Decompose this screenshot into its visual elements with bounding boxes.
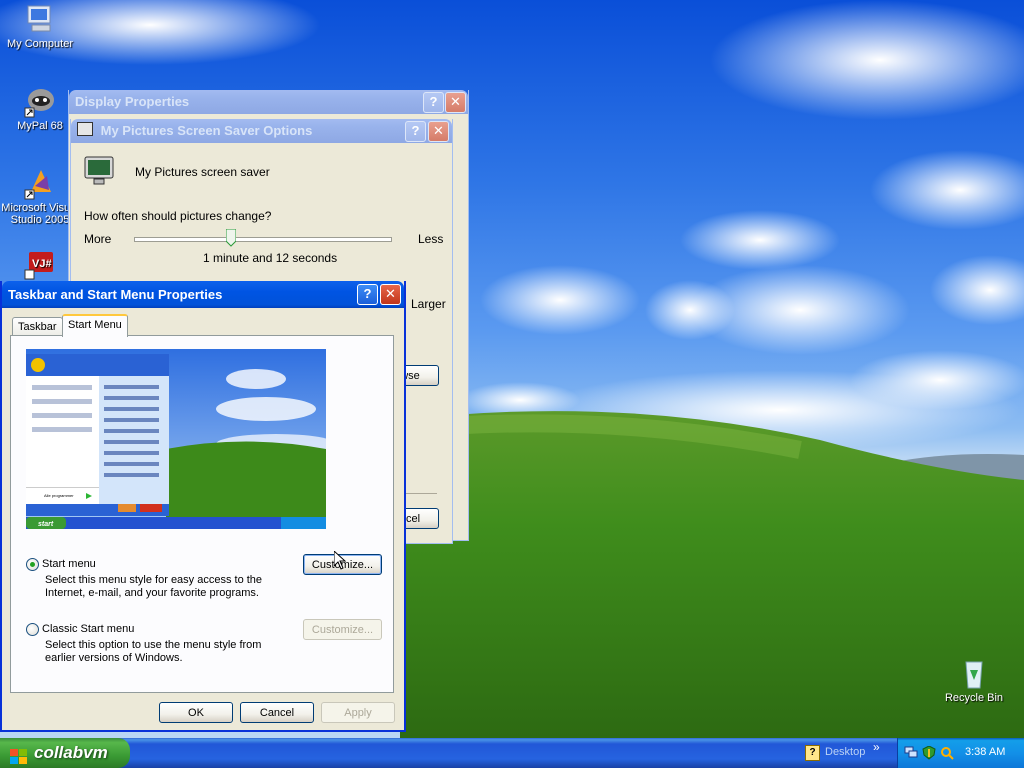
start-menu-description: Select this menu style for easy access t… (45, 574, 263, 599)
close-button[interactable]: ✕ (445, 92, 466, 113)
mouse-cursor-icon (333, 549, 347, 573)
visual-studio-icon (23, 166, 57, 200)
start-button[interactable]: collabvm (0, 738, 130, 768)
help-button[interactable]: ? (357, 284, 378, 305)
preview-menu-item (32, 413, 92, 418)
taskbar-properties-body: Taskbar Start Menu Alle programmer start… (2, 308, 404, 730)
interval-slider-thumb[interactable] (225, 228, 237, 247)
preview-menu-item (104, 418, 159, 422)
taskbar: collabvm ? Desktop » 3:38 AM (0, 738, 1024, 768)
preview-menu-item (104, 462, 159, 466)
preview-menu-item (104, 396, 159, 400)
close-button[interactable]: ✕ (380, 284, 401, 305)
windows-logo-icon (10, 745, 27, 764)
icon-label: Recycle Bin (944, 692, 1004, 704)
my-computer-desktop-icon[interactable]: My Computer (0, 2, 80, 50)
separator (401, 493, 437, 494)
customize-classic-button[interactable]: Customize... (303, 619, 382, 640)
tab-taskbar[interactable]: Taskbar (12, 317, 63, 337)
interval-slider-track[interactable] (134, 237, 392, 242)
preview-menu-item (104, 429, 159, 433)
raccoon-icon (23, 84, 57, 118)
slider-more-label: More (84, 232, 112, 246)
taskbar-properties-titlebar[interactable]: Taskbar and Start Menu Properties ? ✕ (2, 281, 404, 308)
start-menu-radio[interactable] (26, 558, 39, 571)
interval-value: 1 minute and 12 seconds (203, 251, 338, 265)
screensaver-monitor-icon (84, 156, 114, 185)
start-menu-option-label[interactable]: Start menu (42, 558, 96, 571)
monitor-icon (77, 122, 93, 136)
tab-start-menu[interactable]: Start Menu (62, 314, 128, 337)
network-icon[interactable] (904, 746, 918, 759)
slider-less-label: Less (418, 232, 444, 246)
display-properties-titlebar[interactable]: Display Properties ? ✕ (69, 90, 468, 114)
icon-label: My Computer (6, 38, 74, 50)
close-button[interactable]: ✕ (428, 121, 449, 142)
preview-start-label: start (38, 521, 54, 528)
cancel-button[interactable]: Cancel (240, 702, 314, 723)
preview-menu-item (104, 440, 159, 444)
classic-start-menu-radio[interactable] (26, 623, 39, 636)
preview-menu-item (104, 385, 159, 389)
search-icon[interactable] (940, 746, 954, 760)
taskbar-startmenu-properties-window[interactable]: Taskbar and Start Menu Properties ? ✕ Ta… (0, 281, 406, 732)
preview-menu-item (32, 399, 92, 404)
preview-menu-item (104, 473, 159, 477)
vjsharp-glyph: VJ# (32, 258, 52, 270)
help-button[interactable]: ? (405, 121, 426, 142)
start-label: collabvm (34, 743, 108, 762)
recycle-bin-icon (957, 656, 991, 690)
preview-menu-item (32, 427, 92, 432)
larger-label: Larger (411, 297, 446, 311)
classic-option-label[interactable]: Classic Start menu (42, 623, 134, 636)
preview-menu-item (32, 385, 92, 390)
icon-label: MyPal 68 (17, 120, 63, 132)
ok-button[interactable]: OK (159, 702, 233, 723)
preview-menu-item (104, 407, 159, 411)
preview-menu-item (104, 451, 159, 455)
security-shield-icon[interactable] (922, 745, 936, 760)
start-menu-preview: Alle programmer start (26, 349, 326, 529)
screensaver-heading: My Pictures screen saver (135, 165, 270, 179)
clock[interactable]: 3:38 AM (965, 746, 1005, 758)
window-title: My Pictures Screen Saver Options (100, 123, 313, 138)
computer-icon (23, 2, 57, 36)
preview-all-programs: Alle programmer (44, 493, 74, 498)
toolbar-chevron-icon[interactable]: » (873, 740, 880, 754)
window-title: Display Properties (75, 94, 190, 109)
interval-question: How often should pictures change? (84, 209, 272, 223)
desktop-toolbar-label[interactable]: Desktop (825, 746, 865, 758)
help-icon[interactable]: ? (805, 745, 820, 761)
start-menu-tab-pane: Alle programmer start Start menu Select … (10, 335, 394, 693)
apply-button[interactable]: Apply (321, 702, 395, 723)
vjsharp-icon: VJ# (23, 250, 57, 284)
system-tray: 3:38 AM (897, 738, 1024, 768)
help-button[interactable]: ? (423, 92, 444, 113)
window-title: Taskbar and Start Menu Properties (8, 287, 223, 302)
classic-description: Select this option to use the menu style… (45, 639, 262, 664)
recycle-bin-desktop-icon[interactable]: Recycle Bin (934, 656, 1014, 704)
screensaver-options-titlebar[interactable]: My Pictures Screen Saver Options ? ✕ (71, 119, 452, 143)
